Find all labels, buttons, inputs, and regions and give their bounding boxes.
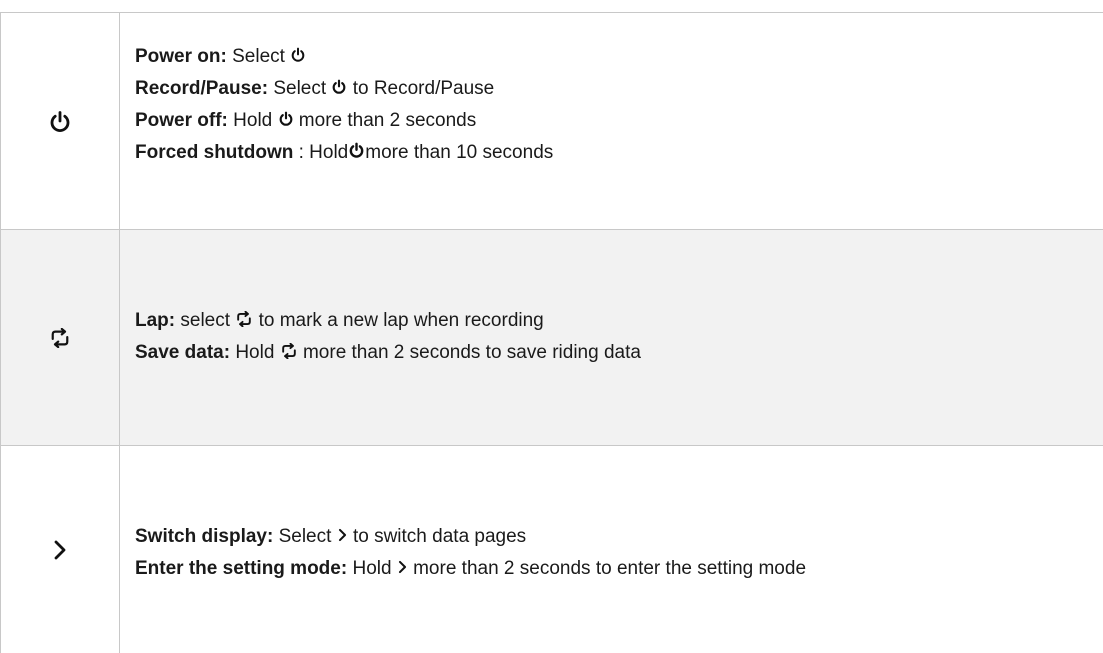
line-label: Record/Pause: <box>135 78 269 99</box>
chevron-right-icon <box>398 560 406 574</box>
power-icon <box>333 79 346 94</box>
lap-instructions: Lap: select to mark a new lap when recor… <box>135 305 1093 369</box>
save-data-line: Save data: Hold more than 2 seconds to s… <box>135 337 1093 369</box>
switch-display-line: Switch display: Select to switch data pa… <box>135 521 1093 553</box>
lap-loop-icon <box>237 310 252 327</box>
line-text: to mark a new lap when recording <box>253 310 544 331</box>
line-text: : Hold <box>293 142 349 163</box>
line-text: to Record/Pause <box>347 78 495 99</box>
table-left-border <box>0 13 1 653</box>
power-on-line: Power on: Select <box>135 41 1093 73</box>
line-text: more than 10 seconds <box>365 142 554 163</box>
line-text: Select <box>273 526 337 547</box>
power-icon <box>349 143 364 159</box>
chevron-right-icon <box>338 528 346 542</box>
line-text: more than 2 seconds <box>293 110 477 131</box>
column-divider <box>119 13 120 653</box>
line-text: Select <box>226 46 291 67</box>
line-text: more than 2 seconds to save riding data <box>297 342 641 363</box>
power-button-row: Power on: Select Record/Pause: Select to… <box>0 13 1103 230</box>
setting-mode-line: Enter the setting mode: Hold more than 2… <box>135 553 1093 585</box>
switch-button-row: Switch display: Select to switch data pa… <box>0 446 1103 653</box>
lap-button-row: Lap: select to mark a new lap when recor… <box>0 230 1103 446</box>
line-label: Enter the setting mode: <box>135 558 348 579</box>
line-label: Lap: <box>135 310 176 331</box>
record-pause-line: Record/Pause: Select to Record/Pause <box>135 73 1093 105</box>
line-label: Forced shutdown <box>135 142 294 163</box>
line-label: Switch display: <box>135 526 274 547</box>
power-icon-cell <box>0 13 119 230</box>
line-label: Power on: <box>135 46 227 67</box>
line-text: Hold <box>347 558 397 579</box>
lap-loop-icon <box>51 328 68 348</box>
power-icon <box>291 47 305 62</box>
line-label: Power off: <box>135 110 228 131</box>
lap-loop-icon <box>281 342 296 359</box>
lap-line: Lap: select to mark a new lap when recor… <box>135 305 1093 337</box>
line-text: select <box>175 310 236 331</box>
chevron-icon-cell <box>0 446 119 653</box>
power-icon <box>279 111 292 126</box>
line-text: Hold <box>230 342 280 363</box>
forced-shutdown-line: Forced shutdown : Hold more than 10 secon… <box>135 137 1093 169</box>
power-instructions: Power on: Select Record/Pause: Select to… <box>135 41 1093 169</box>
chevron-right-icon <box>54 540 65 559</box>
line-label: Save data: <box>135 342 231 363</box>
line-text: Select <box>268 78 332 99</box>
button-function-table: Power on: Select Record/Pause: Select to… <box>0 12 1103 653</box>
power-icon <box>50 110 69 132</box>
line-text: more than 2 seconds to enter the setting… <box>407 558 807 579</box>
power-off-line: Power off: Hold more than 2 seconds <box>135 105 1093 137</box>
line-text: Hold <box>227 110 278 131</box>
lap-icon-cell <box>0 230 119 446</box>
switch-instructions: Switch display: Select to switch data pa… <box>135 521 1093 585</box>
line-text: to switch data pages <box>347 526 527 547</box>
